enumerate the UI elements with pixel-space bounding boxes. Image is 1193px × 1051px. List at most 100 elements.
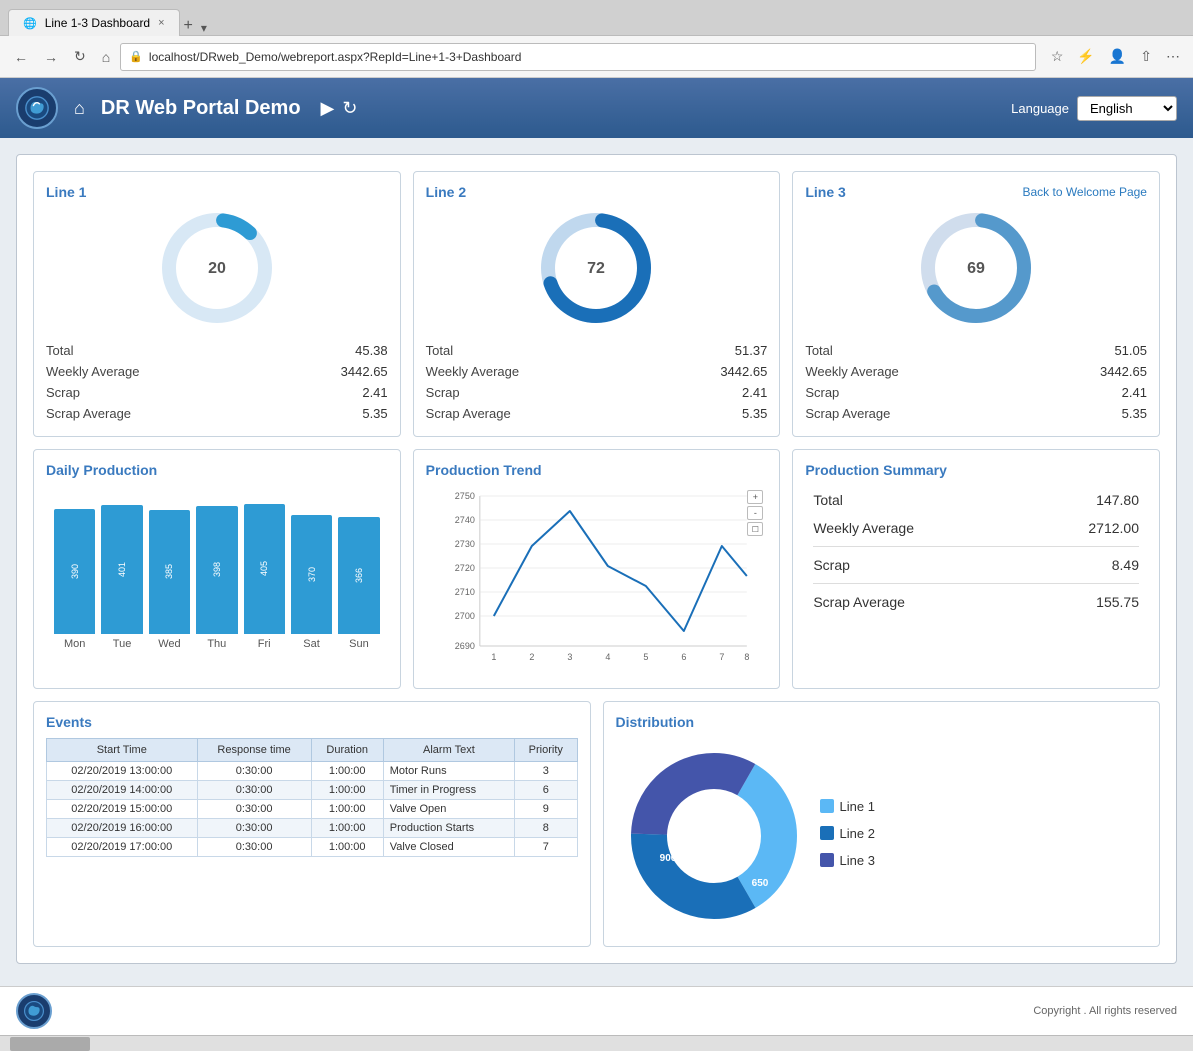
back-to-welcome-link[interactable]: Back to Welcome Page (1022, 185, 1147, 199)
l2-scrapavg-value: 5.35 (742, 406, 767, 421)
distribution-donut: 900 650 (624, 746, 804, 926)
ps-scrap-label: Scrap (813, 557, 850, 573)
distribution-card: Distribution 900 (603, 701, 1161, 947)
bar-day-label: Tue (113, 638, 132, 650)
l2-total-value: 51.37 (735, 343, 768, 358)
line3-gauge: 69 (916, 208, 1036, 328)
line1-title: Line 1 (46, 184, 388, 200)
browser-navbar: ← → ↻ ⌂ 🔒 ☆ ⚡ 👤 ⇧ ⋯ (0, 36, 1193, 78)
svg-text:20: 20 (208, 260, 226, 277)
home-button[interactable]: ⌂ (96, 45, 116, 69)
extensions-icon[interactable]: ⚡ (1072, 46, 1099, 67)
table-cell: Motor Runs (383, 762, 514, 781)
refresh-button[interactable]: ↻ (68, 44, 92, 69)
horizontal-scrollbar[interactable] (0, 1035, 1193, 1051)
svg-text:72: 72 (588, 260, 606, 277)
bar: 370 (291, 515, 332, 634)
bar: 366 (338, 517, 379, 634)
svg-text:900: 900 (659, 853, 676, 864)
ps-scrapavg-value: 155.75 (1096, 594, 1139, 610)
bookmark-icon[interactable]: ☆ (1046, 46, 1069, 67)
svg-text:2730: 2730 (454, 539, 474, 549)
table-row: 02/20/2019 15:00:000:30:001:00:00Valve O… (47, 800, 578, 819)
bar-value-label: 401 (117, 562, 127, 577)
zoom-out-button[interactable]: - (747, 506, 763, 520)
active-tab[interactable]: 🌐 Line 1-3 Dashboard × (8, 9, 180, 36)
line1-gauge: 20 (157, 208, 277, 328)
zoom-in-button[interactable]: + (747, 490, 763, 504)
bar-wrapper: 366 Sun (338, 517, 379, 650)
svg-text:2: 2 (529, 652, 534, 662)
language-select[interactable]: English German French Spanish (1077, 96, 1177, 121)
bar: 398 (196, 506, 237, 634)
bar-value-label: 405 (259, 561, 269, 576)
l3-wavg-label: Weekly Average (805, 364, 898, 379)
refresh-app-button[interactable]: ↻ (342, 98, 357, 119)
dashboard-container: Line 1 20 Total45.38 Weekly Average3442.… (16, 154, 1177, 964)
copyright-text: Copyright . All rights reserved (1033, 1005, 1177, 1017)
language-label: Language (1011, 101, 1069, 116)
daily-production-card: Daily Production 390Mon401Tue385Wed398Th… (33, 449, 401, 689)
l1-scrap-value: 2.41 (362, 385, 387, 400)
line1-legend-color (820, 799, 834, 813)
tab-favicon: 🌐 (23, 17, 37, 30)
table-cell: Valve Open (383, 800, 514, 819)
ps-wavg-label: Weekly Average (813, 520, 914, 536)
tab-dropdown-icon[interactable]: ▾ (201, 21, 207, 35)
table-cell: Timer in Progress (383, 781, 514, 800)
ps-total-value: 147.80 (1096, 492, 1139, 508)
line2-legend-label: Line 2 (840, 826, 875, 841)
home-icon[interactable]: ⌂ (74, 98, 85, 119)
col-priority: Priority (515, 739, 577, 762)
line3-title: Line 3 (805, 184, 845, 200)
col-alarm-text: Alarm Text (383, 739, 514, 762)
table-cell: 02/20/2019 15:00:00 (47, 800, 198, 819)
bar-day-label: Mon (64, 638, 85, 650)
menu-icon[interactable]: ⋯ (1161, 46, 1185, 67)
forward-button[interactable]: → (38, 45, 64, 69)
bar-day-label: Wed (158, 638, 180, 650)
tab-close-icon[interactable]: × (158, 17, 164, 29)
svg-text:650: 650 (751, 878, 768, 889)
table-cell: 0:30:00 (197, 838, 311, 857)
share-icon[interactable]: ⇧ (1135, 46, 1157, 67)
bar-day-label: Thu (207, 638, 226, 650)
zoom-reset-button[interactable]: ☐ (747, 522, 763, 536)
new-tab-button[interactable]: + (184, 17, 193, 35)
events-card: Events Start Time Response time Duration… (33, 701, 591, 947)
play-button[interactable]: ▶ (321, 98, 335, 119)
ps-scrap-value: 8.49 (1112, 557, 1139, 573)
line1-legend-label: Line 1 (840, 799, 875, 814)
daily-production-chart: 390Mon401Tue385Wed398Thu405Fri370Sat366S… (46, 486, 388, 654)
svg-text:2740: 2740 (454, 515, 474, 525)
table-cell: 02/20/2019 16:00:00 (47, 819, 198, 838)
l1-wavg-value: 3442.65 (341, 364, 388, 379)
line2-gauge: 72 (536, 208, 656, 328)
production-summary-card: Production Summary Total147.80 Weekly Av… (792, 449, 1160, 689)
svg-text:1: 1 (491, 652, 496, 662)
l1-total-value: 45.38 (355, 343, 388, 358)
profile-icon[interactable]: 👤 (1104, 46, 1131, 67)
l3-total-value: 51.05 (1114, 343, 1147, 358)
trend-line (493, 511, 746, 631)
bar-day-label: Sun (349, 638, 369, 650)
bar-wrapper: 370Sat (291, 515, 332, 650)
address-input[interactable] (149, 50, 1027, 64)
bar: 405 (244, 504, 285, 634)
distribution-title: Distribution (616, 714, 1148, 730)
line3-legend-label: Line 3 (840, 853, 875, 868)
production-trend-chart: 2750 2740 2730 2720 2710 2700 2690 1 2 3… (426, 486, 768, 676)
bar-value-label: 370 (307, 567, 317, 582)
svg-text:3: 3 (567, 652, 572, 662)
production-trend-card: Production Trend 2750 2740 (413, 449, 781, 689)
line3-legend-color (820, 853, 834, 867)
bar: 401 (101, 505, 142, 634)
l3-scrap-value: 2.41 (1122, 385, 1147, 400)
back-button[interactable]: ← (8, 45, 34, 69)
l1-scrapavg-label: Scrap Average (46, 406, 131, 421)
scrollbar-thumb[interactable] (10, 1037, 90, 1051)
l3-scrap-label: Scrap (805, 385, 839, 400)
production-summary-title: Production Summary (805, 462, 1147, 478)
bar: 385 (149, 510, 190, 634)
l1-scrap-label: Scrap (46, 385, 80, 400)
